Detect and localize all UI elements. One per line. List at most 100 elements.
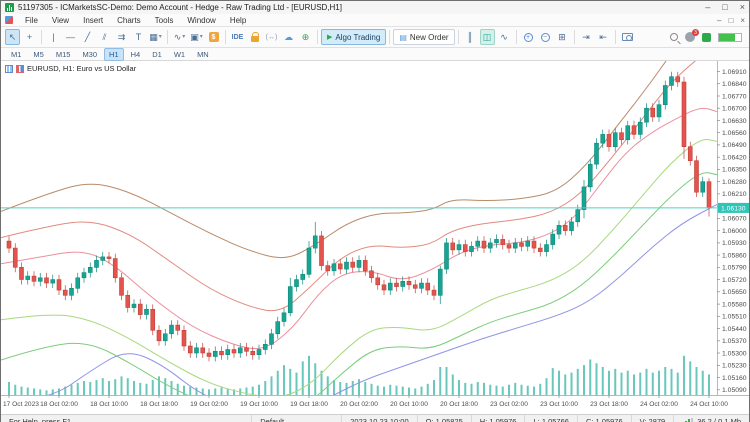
- status-low: L: 1.05766: [524, 415, 576, 422]
- minimize-button[interactable]: –: [705, 3, 710, 12]
- title-bar: 51197305 - ICMarketsSC-Demo: Demo Accoun…: [1, 1, 749, 14]
- zoom-in-button[interactable]: +: [521, 29, 536, 45]
- status-volume: V: 2879: [631, 415, 674, 422]
- price-axis-label: 1.06490: [722, 142, 747, 149]
- notifications-icon[interactable]: 3: [685, 32, 695, 42]
- chart-mini-icon: [5, 65, 13, 73]
- price-axis-label: 1.05650: [722, 289, 747, 296]
- hosting-button[interactable]: (↔): [264, 29, 279, 45]
- zoom-out-button[interactable]: −: [538, 29, 553, 45]
- price-axis-label: 1.06280: [722, 179, 747, 186]
- channel-tool[interactable]: ⫽: [97, 29, 112, 45]
- time-axis-label: 20 Oct 02:00: [340, 401, 378, 408]
- time-axis-label: 20 Oct 10:00: [390, 401, 428, 408]
- price-axis-label: 1.06350: [722, 167, 747, 174]
- line-view-button[interactable]: ∿: [497, 29, 512, 45]
- chart-window-icon: [5, 16, 13, 24]
- price-axis-label: 1.05790: [722, 265, 747, 272]
- toolbar-divider: [389, 30, 390, 44]
- trendline-tool[interactable]: ╱: [80, 29, 95, 45]
- timeframe-mn[interactable]: MN: [192, 48, 214, 61]
- toolbar-divider: [167, 30, 168, 44]
- timeframe-m1[interactable]: M1: [6, 48, 26, 61]
- cursor-tool[interactable]: ↖: [5, 29, 20, 45]
- time-axis-label: 17 Oct 2023: [3, 401, 39, 408]
- symbols-button[interactable]: $: [206, 29, 221, 45]
- grid-button[interactable]: ⊞: [555, 29, 570, 45]
- time-axis-label: 23 Oct 18:00: [590, 401, 628, 408]
- candles-view-button[interactable]: ◫: [480, 29, 495, 45]
- price-axis-label: 1.06000: [722, 228, 747, 235]
- auto-scroll-button[interactable]: ⇤: [596, 29, 611, 45]
- price-axis-label: 1.05090: [722, 387, 747, 394]
- timeframe-m15[interactable]: M15: [51, 48, 76, 61]
- new-order-button[interactable]: ▤New Order: [393, 29, 454, 45]
- close-button[interactable]: ×: [740, 3, 745, 12]
- menu-file[interactable]: File: [18, 14, 45, 26]
- objects-menu[interactable]: ▣▾: [189, 29, 204, 45]
- search-icon[interactable]: [670, 33, 678, 41]
- price-axis-label: 1.06770: [722, 93, 747, 100]
- price-axis-label: 1.05370: [722, 338, 747, 345]
- status-bar: For Help, press F1 Default 2023.10.23 10…: [1, 414, 749, 422]
- play-icon: ▶: [327, 33, 332, 41]
- crosshair-tool[interactable]: +: [22, 29, 37, 45]
- child-minimize-button[interactable]: –: [717, 16, 721, 25]
- shift-end-button[interactable]: ⇥: [579, 29, 594, 45]
- menu-charts[interactable]: Charts: [110, 14, 148, 26]
- timeframe-m30[interactable]: M30: [77, 48, 102, 61]
- notification-badge: 3: [692, 29, 699, 36]
- chart-area[interactable]: EURUSD, H1: Euro vs US Dollar 1.069101.0…: [1, 61, 749, 414]
- status-profile[interactable]: Default: [251, 415, 341, 422]
- menu-window[interactable]: Window: [180, 14, 222, 26]
- cloud-button[interactable]: ☁: [281, 29, 296, 45]
- text-tool[interactable]: T: [131, 29, 146, 45]
- price-axis-label: 1.05440: [722, 326, 747, 333]
- network-bar: [718, 33, 742, 42]
- timeframe-h1[interactable]: H1: [104, 48, 124, 61]
- price-axis-label: 1.06700: [722, 106, 747, 113]
- order-page-icon: ▤: [399, 33, 407, 42]
- status-high: H: 1.05976: [471, 415, 525, 422]
- menu-insert[interactable]: Insert: [76, 14, 110, 26]
- bars-view-button[interactable]: ║: [463, 29, 478, 45]
- indicators-menu[interactable]: ∿▾: [172, 29, 187, 45]
- time-axis-label: 20 Oct 18:00: [440, 401, 478, 408]
- toolbar-divider: [458, 30, 459, 44]
- price-axis-label: 1.06560: [722, 130, 747, 137]
- toolbar: ↖+|—╱⫽⇉T▦▾∿▾▣▾$IDE(↔)☁⊕▶Algo Trading▤New…: [1, 27, 749, 48]
- maximize-button[interactable]: □: [722, 3, 727, 12]
- child-restore-button[interactable]: □: [728, 16, 733, 25]
- shapes-tool[interactable]: ▦▾: [148, 29, 163, 45]
- timeframe-h4[interactable]: H4: [126, 48, 146, 61]
- toolbar-divider: [574, 30, 575, 44]
- child-close-button[interactable]: ×: [740, 16, 745, 25]
- connection-status-icon[interactable]: [702, 33, 711, 42]
- screenshot-button[interactable]: [620, 29, 635, 45]
- web-button[interactable]: ⊕: [298, 29, 313, 45]
- horizontal-line-tool[interactable]: —: [63, 29, 78, 45]
- ide-button[interactable]: IDE: [230, 29, 245, 45]
- lock-button[interactable]: [247, 29, 262, 45]
- timeframe-m5[interactable]: M5: [28, 48, 48, 61]
- price-chart[interactable]: 1.069101.068401.067701.067001.066301.065…: [1, 61, 749, 409]
- status-traffic: 36.2 / 0.1 Mb: [673, 415, 749, 422]
- menu-tools[interactable]: Tools: [148, 14, 181, 26]
- status-bar-time: 2023.10.23 10:00: [341, 415, 416, 422]
- price-axis-label: 1.05860: [722, 252, 747, 259]
- menu-view[interactable]: View: [45, 14, 76, 26]
- candles: [7, 72, 711, 362]
- time-axis-label: 19 Oct 10:00: [240, 401, 278, 408]
- price-axis-label: 1.05230: [722, 363, 747, 370]
- time-axis-label: 18 Oct 10:00: [90, 401, 128, 408]
- timeframe-w1[interactable]: W1: [169, 48, 190, 61]
- vertical-line-tool[interactable]: |: [46, 29, 61, 45]
- algo-trading-button[interactable]: ▶Algo Trading: [321, 29, 386, 45]
- equidistant-channel-tool[interactable]: ⇉: [114, 29, 129, 45]
- price-axis-label: 1.05300: [722, 350, 747, 357]
- price-axis-label: 1.06630: [722, 118, 747, 125]
- time-axis-label: 23 Oct 02:00: [490, 401, 528, 408]
- timeframe-d1[interactable]: D1: [147, 48, 167, 61]
- menu-help[interactable]: Help: [223, 14, 253, 26]
- toolbar-divider: [516, 30, 517, 44]
